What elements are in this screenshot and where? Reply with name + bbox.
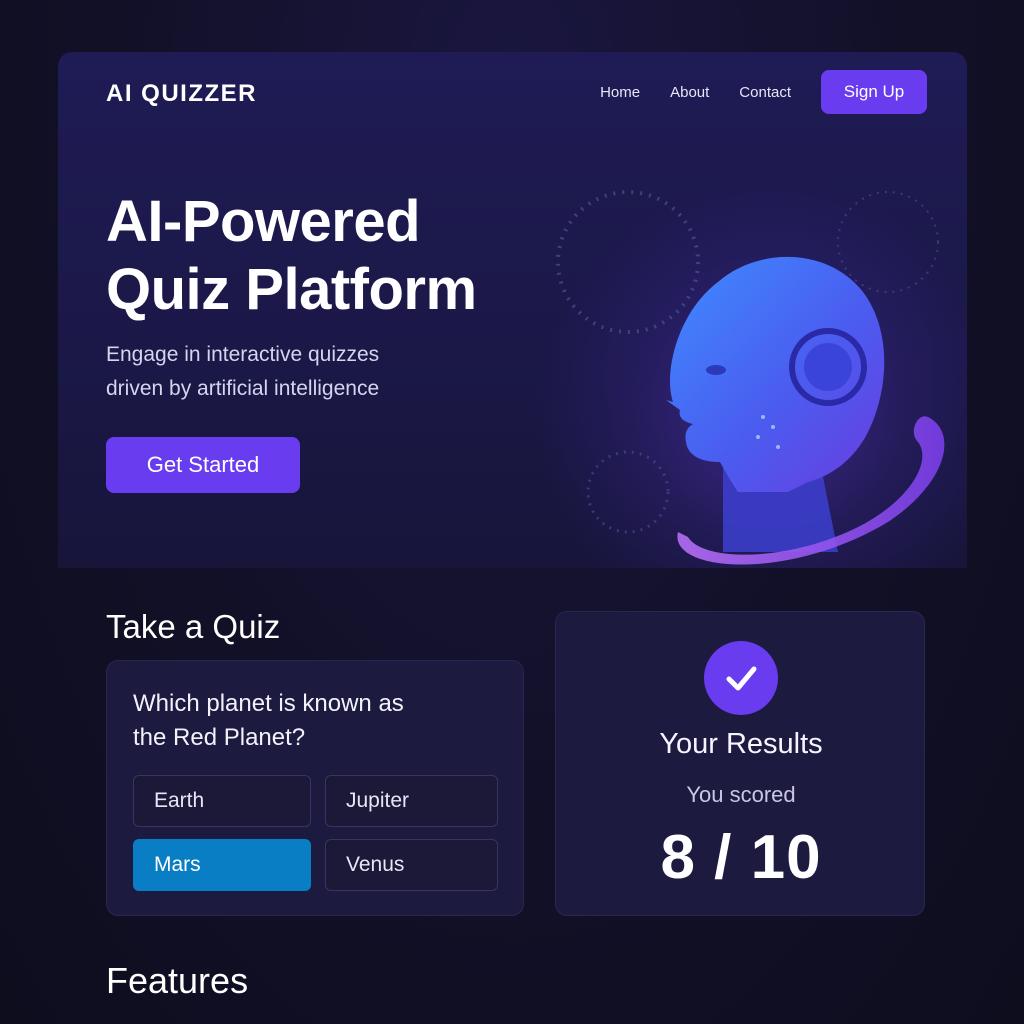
hero-section: AI QUIZZER Home About Contact Sign Up AI… [58,52,967,568]
option-jupiter[interactable]: Jupiter [325,775,498,827]
get-started-button[interactable]: Get Started [106,437,300,493]
results-card: Your Results You scored 8 / 10 [555,611,925,916]
top-nav: Home About Contact Sign Up [600,70,927,114]
nav-link-contact[interactable]: Contact [739,84,791,101]
quiz-question: Which planet is known as the Red Planet? [133,687,473,755]
quiz-card: Which planet is known as the Red Planet?… [106,660,524,916]
features-title: Features [106,960,249,1001]
hero-title-line-2: Quiz Platform [106,257,477,322]
results-title: Your Results [659,728,823,760]
quiz-question-line-2: the Red Planet? [133,724,306,751]
brand-logo[interactable]: AI QUIZZER [106,80,257,108]
ai-head-illustration-icon [556,190,945,565]
hero-subtitle: Engage in interactive quizzes driven by … [106,338,466,406]
option-venus[interactable]: Venus [325,839,498,891]
hero-subtitle-line-2: driven by artificial intelligence [106,377,380,400]
nav-link-about[interactable]: About [670,84,709,101]
take-a-quiz-title: Take a Quiz [106,608,281,645]
sign-up-button[interactable]: Sign Up [821,70,927,114]
hero-title: AI-Powered Quiz Platform [106,188,477,324]
scored-label: You scored [686,782,796,807]
nav-link-home[interactable]: Home [600,84,640,101]
hero-subtitle-line-1: Engage in interactive quizzes [106,343,380,366]
quiz-question-line-1: Which planet is known as [133,690,404,717]
option-mars[interactable]: Mars [133,839,311,891]
option-earth[interactable]: Earth [133,775,311,827]
page: AI QUIZZER Home About Contact Sign Up AI… [0,0,1024,1024]
hero-title-line-1: AI-Powered [106,189,421,254]
score-value: 8 / 10 [660,823,822,892]
checkmark-icon [704,641,778,715]
